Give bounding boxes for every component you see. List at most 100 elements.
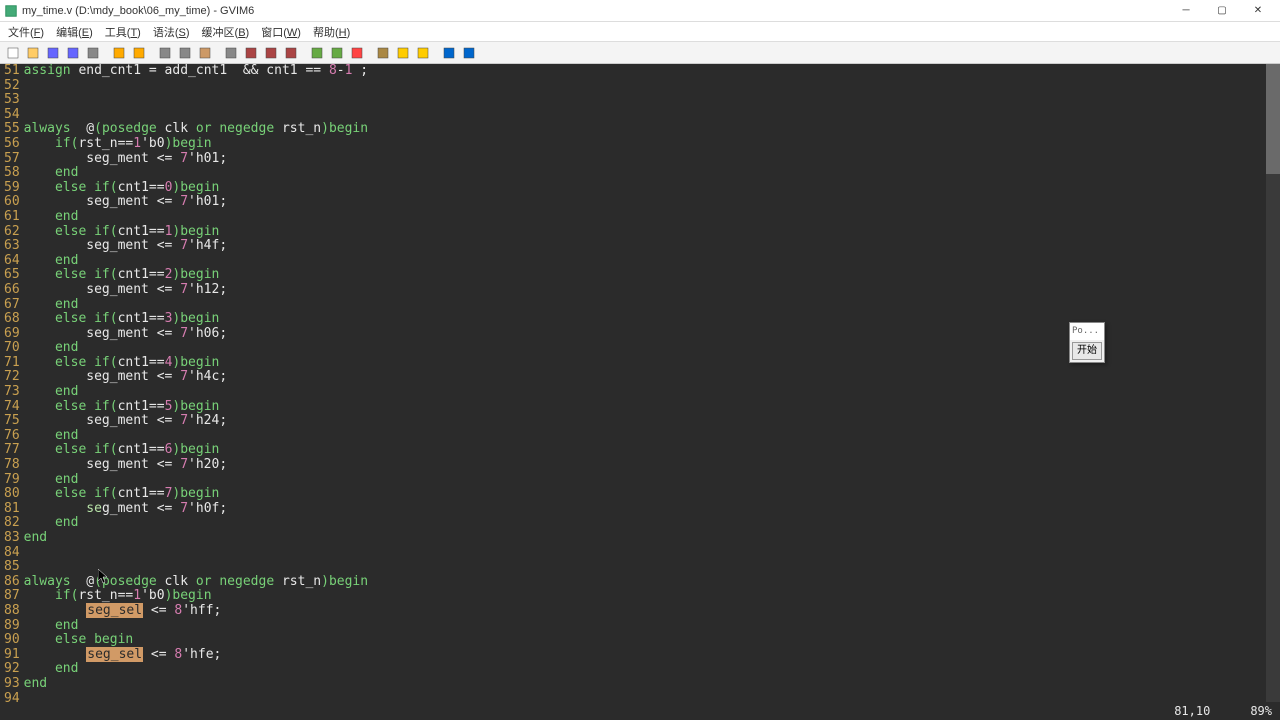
make-icon[interactable] xyxy=(374,44,392,62)
line-number: 81 xyxy=(4,502,20,517)
maximize-button[interactable]: ▢ xyxy=(1204,1,1240,21)
saveall-icon[interactable] xyxy=(64,44,82,62)
line-number: 71 xyxy=(4,356,20,371)
code-line[interactable] xyxy=(24,93,1280,108)
line-number: 56 xyxy=(4,137,20,152)
code-line[interactable] xyxy=(24,692,1280,702)
code-line[interactable]: else if(cnt1==6)begin xyxy=(24,443,1280,458)
line-number: 55 xyxy=(4,122,20,137)
floating-window-title: Po... xyxy=(1070,323,1104,340)
code-line[interactable]: else if(cnt1==5)begin xyxy=(24,400,1280,415)
line-number: 88 xyxy=(4,604,20,619)
open-icon[interactable] xyxy=(24,44,42,62)
code-line[interactable]: end xyxy=(24,531,1280,546)
code-line[interactable]: seg_ment <= 7'h0f; xyxy=(24,502,1280,517)
line-number: 65 xyxy=(4,268,20,283)
replace-icon[interactable] xyxy=(282,44,300,62)
menu-item-4[interactable]: 缓冲区(B) xyxy=(196,22,256,42)
paste-icon[interactable] xyxy=(196,44,214,62)
code-line[interactable]: assign end_cnt1 = add_cnt1 && cnt1 == 8-… xyxy=(24,64,1280,79)
scroll-percent: 89% xyxy=(1250,704,1272,718)
line-number: 57 xyxy=(4,152,20,167)
session-load-icon[interactable] xyxy=(308,44,326,62)
code-line[interactable]: seg_ment <= 7'h20; xyxy=(24,458,1280,473)
session-save-icon[interactable] xyxy=(328,44,346,62)
titlebar: my_time.v (D:\mdy_book\06_my_time) - GVI… xyxy=(0,0,1280,22)
redo-icon[interactable] xyxy=(130,44,148,62)
app-icon xyxy=(4,4,18,18)
code-line[interactable]: end xyxy=(24,619,1280,634)
floating-start-button[interactable]: 开始 xyxy=(1072,342,1102,361)
save-icon[interactable] xyxy=(44,44,62,62)
copy-icon[interactable] xyxy=(176,44,194,62)
new-icon[interactable] xyxy=(4,44,22,62)
code-line[interactable]: seg_ment <= 7'h4c; xyxy=(24,370,1280,385)
menu-item-2[interactable]: 工具(T) xyxy=(99,22,147,42)
menu-item-0[interactable]: 文件(F) xyxy=(2,22,50,42)
code-line[interactable]: seg_ment <= 7'h4f; xyxy=(24,239,1280,254)
code-line[interactable]: seg_sel <= 8'hff; xyxy=(24,604,1280,619)
findprev-icon[interactable] xyxy=(262,44,280,62)
code-line[interactable]: end xyxy=(24,429,1280,444)
vertical-scrollbar[interactable] xyxy=(1266,64,1280,702)
code-line[interactable]: seg_ment <= 7'h24; xyxy=(24,414,1280,429)
tags-icon[interactable] xyxy=(414,44,432,62)
code-line[interactable] xyxy=(24,546,1280,561)
code-line[interactable]: always @(posedge clk or negedge rst_n)be… xyxy=(24,122,1280,137)
find-help-icon[interactable] xyxy=(460,44,478,62)
line-number: 72 xyxy=(4,370,20,385)
line-number: 75 xyxy=(4,414,20,429)
code-line[interactable]: end xyxy=(24,677,1280,692)
menu-item-5[interactable]: 窗口(W) xyxy=(255,22,307,42)
editor[interactable]: 5152535455565758596061626364656667686970… xyxy=(0,64,1280,702)
line-number: 94 xyxy=(4,692,20,702)
print-icon[interactable] xyxy=(84,44,102,62)
code-line[interactable]: seg_ment <= 7'h01; xyxy=(24,195,1280,210)
line-number: 62 xyxy=(4,225,20,240)
close-button[interactable]: ✕ xyxy=(1240,1,1276,21)
code-line[interactable]: seg_sel <= 8'hfe; xyxy=(24,648,1280,663)
code-line[interactable]: end xyxy=(24,516,1280,531)
code-line[interactable]: if(rst_n==1'b0)begin xyxy=(24,137,1280,152)
line-number: 74 xyxy=(4,400,20,415)
code-line[interactable]: end xyxy=(24,298,1280,313)
code-line[interactable]: end xyxy=(24,210,1280,225)
line-number: 79 xyxy=(4,473,20,488)
code-line[interactable]: end xyxy=(24,385,1280,400)
run-icon[interactable] xyxy=(348,44,366,62)
undo-icon[interactable] xyxy=(110,44,128,62)
code-area[interactable]: assign end_cnt1 = add_cnt1 && cnt1 == 8-… xyxy=(24,64,1280,702)
floating-tool-window[interactable]: Po... 开始 xyxy=(1069,322,1105,363)
shell-icon[interactable] xyxy=(394,44,412,62)
code-line[interactable]: seg_ment <= 7'h12; xyxy=(24,283,1280,298)
code-line[interactable] xyxy=(24,560,1280,575)
code-line[interactable]: seg_ment <= 7'h01; xyxy=(24,152,1280,167)
menu-item-6[interactable]: 帮助(H) xyxy=(307,22,356,42)
code-line[interactable]: end xyxy=(24,662,1280,677)
code-line[interactable]: else if(cnt1==1)begin xyxy=(24,225,1280,240)
code-line[interactable]: if(rst_n==1'b0)begin xyxy=(24,589,1280,604)
code-line[interactable]: else if(cnt1==2)begin xyxy=(24,268,1280,283)
line-number: 77 xyxy=(4,443,20,458)
code-line[interactable]: else begin xyxy=(24,633,1280,648)
code-line[interactable]: always @(posedge clk or negedge rst_n)be… xyxy=(24,575,1280,590)
window-title: my_time.v (D:\mdy_book\06_my_time) - GVI… xyxy=(22,5,1168,17)
minimize-button[interactable]: ─ xyxy=(1168,1,1204,21)
find-icon[interactable] xyxy=(222,44,240,62)
code-line[interactable]: end xyxy=(24,473,1280,488)
code-line[interactable]: else if(cnt1==7)begin xyxy=(24,487,1280,502)
menu-item-1[interactable]: 编辑(E) xyxy=(50,22,99,42)
help-icon[interactable] xyxy=(440,44,458,62)
menu-item-3[interactable]: 语法(S) xyxy=(147,22,196,42)
code-line[interactable]: else if(cnt1==0)begin xyxy=(24,181,1280,196)
scrollbar-thumb[interactable] xyxy=(1266,64,1280,174)
findnext-icon[interactable] xyxy=(242,44,260,62)
line-number: 82 xyxy=(4,516,20,531)
line-number: 59 xyxy=(4,181,20,196)
code-line[interactable] xyxy=(24,108,1280,123)
code-line[interactable]: end xyxy=(24,254,1280,269)
code-line[interactable]: end xyxy=(24,166,1280,181)
cut-icon[interactable] xyxy=(156,44,174,62)
line-number: 84 xyxy=(4,546,20,561)
code-line[interactable] xyxy=(24,79,1280,94)
